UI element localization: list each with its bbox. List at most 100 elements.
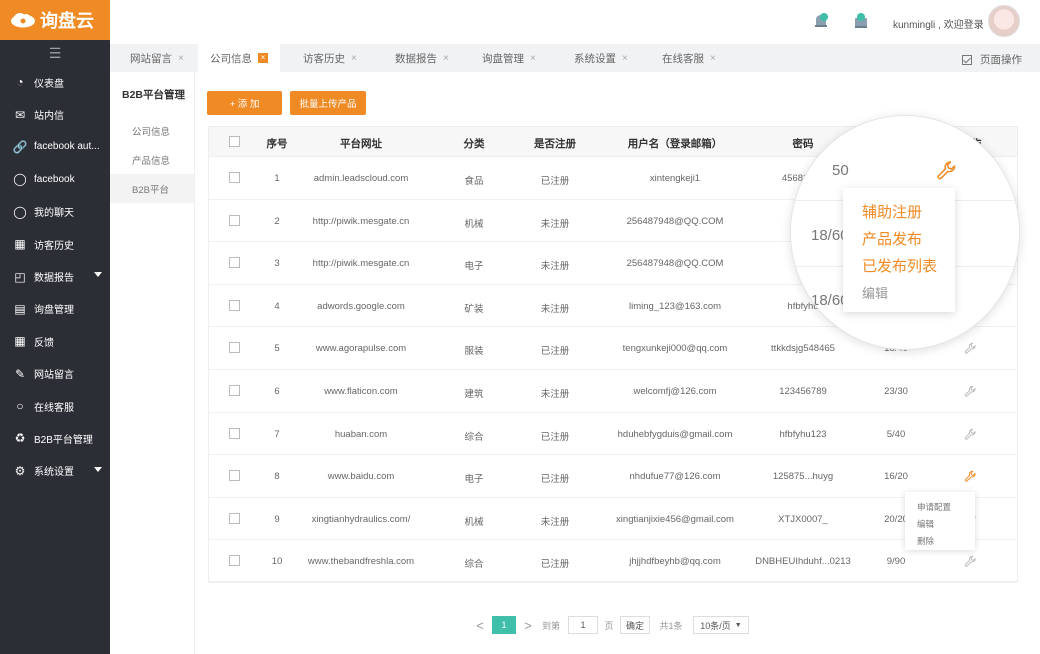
row-checkbox[interactable]: [229, 214, 240, 226]
sidebar-item[interactable]: ○ 在线客服: [0, 390, 110, 422]
sidebar-item[interactable]: ⚙ 系统设置: [0, 455, 110, 487]
sidebar-item[interactable]: ▤ 询盘管理: [0, 293, 110, 325]
page-operations[interactable]: 页面操作: [962, 52, 1022, 67]
close-icon[interactable]: ×: [178, 53, 184, 64]
table-cell-password: DNBHEUIhduhf...0213: [755, 556, 851, 568]
page-1-button[interactable]: 1: [492, 616, 516, 634]
sidebar-item-label: 反馈: [34, 337, 54, 349]
close-icon[interactable]: ×: [530, 53, 536, 64]
close-icon[interactable]: ×: [351, 53, 357, 64]
user-greeting[interactable]: kunmingli , 欢迎登录: [893, 16, 984, 31]
wrench-icon[interactable]: [964, 385, 976, 397]
table-row: 6 www.flaticon.com 建筑 未注册 welcomfj@126.com 12…: [209, 370, 1017, 413]
sidebar-item[interactable]: ◯ facebook: [0, 163, 110, 195]
row-checkbox[interactable]: [229, 555, 240, 567]
row-checkbox[interactable]: [229, 342, 240, 354]
table-cell-no: 4: [274, 300, 280, 312]
subnav-item[interactable]: 产品信息: [110, 145, 194, 174]
report-icon: ◰: [14, 269, 26, 284]
menu-item-published-list[interactable]: 已发布列表: [843, 252, 955, 279]
table-cell-category: 矿装: [464, 303, 484, 315]
wrench-icon[interactable]: [964, 470, 976, 482]
table-cell-url: xingtianhydraulics.com/: [311, 513, 411, 525]
tab-item[interactable]: 网站留言 ×: [130, 44, 184, 72]
sidebar-item[interactable]: ▦ 反馈: [0, 325, 110, 357]
tab-item[interactable]: 公司信息 ×: [198, 44, 280, 72]
confirm-button[interactable]: 确定: [620, 616, 650, 634]
add-button[interactable]: + 添 加: [207, 91, 282, 115]
close-icon[interactable]: ×: [258, 53, 268, 63]
checkbox-icon: [962, 54, 972, 65]
row-checkbox[interactable]: [229, 257, 240, 269]
notification-icon[interactable]: [813, 12, 829, 30]
menu-item-publish-product[interactable]: 产品发布: [843, 225, 955, 252]
table-cell-password: hfbfyhu123: [779, 428, 827, 440]
table-cell-published: 16/20: [884, 471, 908, 483]
table-cell-password: XTJX0007_: [778, 513, 828, 525]
page-size-select[interactable]: 10条/页 ▼: [693, 616, 749, 634]
sidebar-item[interactable]: ✎ 网站留言: [0, 358, 110, 390]
tab-item[interactable]: 访客历史 ×: [303, 44, 357, 72]
table-cell-registered: 未注册: [540, 261, 570, 273]
sidebar-item-label: 数据报告: [34, 273, 74, 285]
menu-item-assist-register[interactable]: 辅助注册: [843, 198, 955, 225]
popup-item-delete[interactable]: 删除: [905, 532, 975, 549]
wrench-icon[interactable]: [936, 160, 956, 180]
tab-item[interactable]: 系统设置 ×: [574, 44, 628, 72]
sidebar-item[interactable]: ◔ 仪表盘: [0, 66, 110, 98]
sidebar-item-label: facebook aut...: [34, 141, 100, 153]
menu-toggle-icon[interactable]: ☰: [0, 40, 110, 66]
dashboard-icon: ◔: [16, 75, 24, 90]
wrench-icon[interactable]: [964, 342, 976, 355]
menu-item-edit[interactable]: 编辑: [843, 279, 955, 306]
message-icon[interactable]: [853, 12, 869, 30]
table-cell-no: 9: [274, 513, 280, 525]
sidebar-item-label: 站内信: [34, 111, 64, 123]
row-checkbox[interactable]: [229, 385, 240, 396]
table-cell-username: hduhebfygduis@gmail.com: [617, 428, 733, 440]
subnav-item[interactable]: B2B平台: [110, 174, 194, 203]
popup-item-edit[interactable]: 编辑: [905, 515, 975, 532]
row-checkbox[interactable]: [229, 299, 240, 311]
subnav-item[interactable]: 公司信息: [110, 116, 194, 145]
sidebar-item[interactable]: ◯ 我的聊天: [0, 196, 110, 228]
next-page-button[interactable]: >: [521, 616, 535, 634]
sidebar-item-label: 仪表盘: [34, 78, 64, 90]
tab-item[interactable]: 在线客服 ×: [662, 44, 716, 72]
tab-item[interactable]: 数据报告 ×: [395, 44, 449, 72]
table-cell-registered: 未注册: [540, 516, 570, 528]
row-checkbox[interactable]: [229, 470, 240, 482]
popup-item-apply-config[interactable]: 申请配置: [905, 498, 975, 515]
sidebar-item[interactable]: ▦ 访客历史: [0, 228, 110, 260]
table-cell-url: huaban.com: [334, 428, 388, 440]
sub-navigation: B2B平台管理 公司信息 产品信息 B2B平台: [110, 72, 195, 654]
subnav-title: B2B平台管理: [122, 88, 186, 101]
close-icon[interactable]: ×: [443, 53, 449, 64]
avatar[interactable]: [988, 5, 1020, 37]
sidebar-item[interactable]: ◰ 数据报告: [0, 260, 110, 292]
sidebar-item[interactable]: 🔗 facebook aut...: [0, 131, 110, 163]
row-checkbox[interactable]: [229, 172, 240, 183]
close-icon[interactable]: ×: [710, 53, 716, 64]
table-cell-username: xintengkeji1: [649, 173, 701, 184]
brand-logo[interactable]: 询盘云: [0, 0, 110, 40]
row-checkbox[interactable]: [229, 512, 240, 524]
select-all-checkbox[interactable]: [229, 136, 240, 147]
chevron-down-icon: ▼: [734, 621, 742, 629]
goto-label: 到第: [541, 620, 560, 631]
table-cell-no: 1: [274, 173, 280, 184]
wrench-icon[interactable]: [964, 555, 976, 568]
goto-page-input[interactable]: 1: [568, 616, 598, 634]
sidebar-item[interactable]: ♻ B2B平台管理: [0, 422, 110, 454]
bulk-upload-button[interactable]: 批量上传产品: [290, 91, 366, 115]
prev-page-button[interactable]: <: [473, 616, 487, 634]
wrench-icon[interactable]: [964, 428, 976, 440]
tab-bar: 网站留言 × 公司信息 × 访客历史 × 数据报告 × 询盘管理 × 系统设置 × 在线客服 × 页面操作: [110, 44, 1040, 72]
magnifier-callout: 50 18/60 18/60 辅助注册 产品发布 已发布列表 编辑: [790, 115, 1020, 350]
row-checkbox[interactable]: [229, 427, 240, 439]
tab-item[interactable]: 询盘管理 ×: [482, 44, 536, 72]
table-cell-no: 8: [274, 471, 280, 483]
close-icon[interactable]: ×: [622, 53, 628, 64]
chevron-down-icon: [94, 466, 102, 472]
sidebar-item[interactable]: ✉ 站内信: [0, 98, 110, 130]
